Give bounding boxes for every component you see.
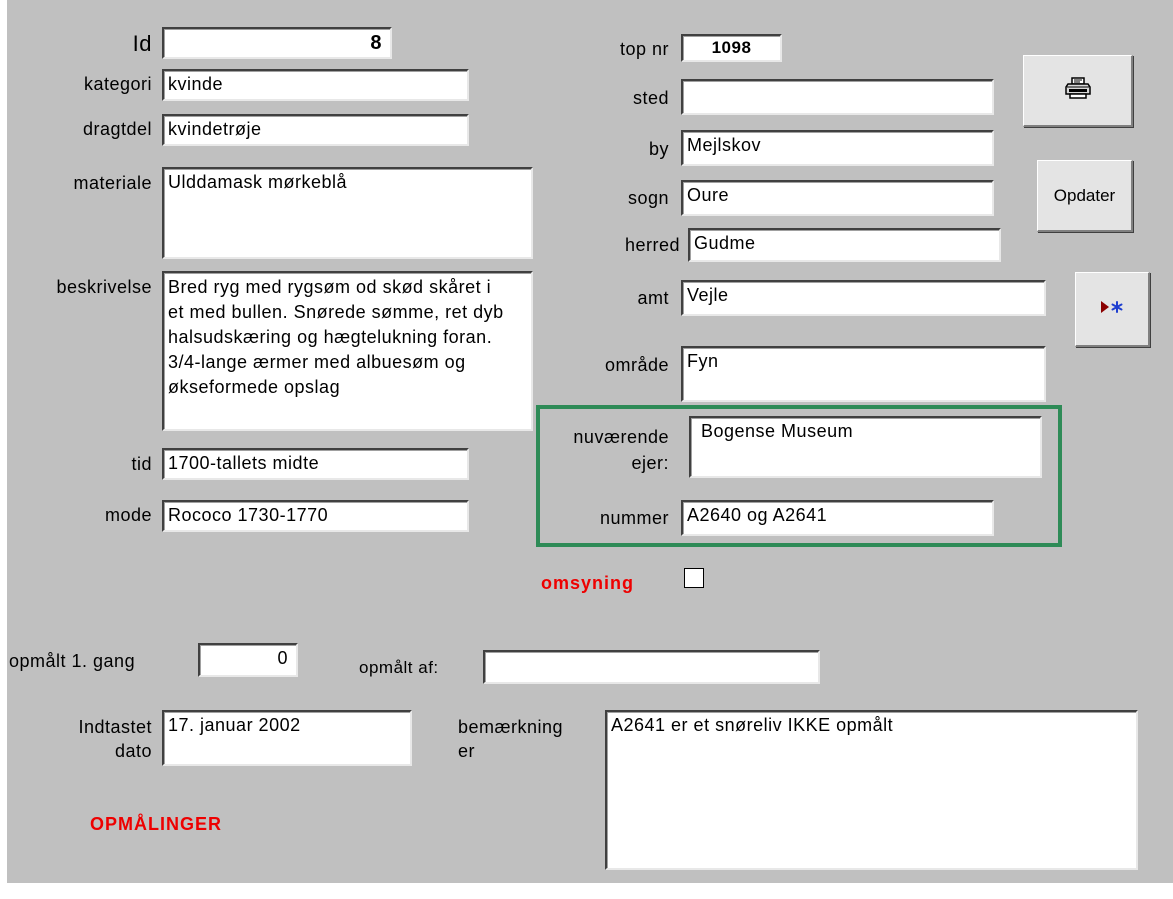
opmaalt-1-gang-field[interactable]: 0	[198, 643, 298, 677]
omsyning-checkbox[interactable]	[684, 568, 704, 588]
omraade-field[interactable]: Fyn	[681, 346, 1046, 402]
by-label: by	[648, 139, 669, 159]
id-label: Id	[132, 31, 152, 56]
nuvaerende-ejer-label: nuværende ejer:	[573, 424, 669, 476]
materiale-field[interactable]: Ulddamask mørkeblå	[162, 167, 533, 259]
new-record-icon	[1098, 299, 1126, 320]
top-nr-field[interactable]: 1098	[681, 34, 782, 62]
nummer-label: nummer	[599, 508, 669, 528]
id-field[interactable]: 8	[162, 27, 392, 59]
indtastet-dato-label-line2: dato	[114, 741, 152, 761]
materiale-label: materiale	[73, 173, 152, 193]
opmaalt-af-field[interactable]	[483, 650, 820, 684]
opdater-button[interactable]: Opdater	[1037, 160, 1133, 232]
nuvaerende-ejer-field[interactable]: Bogense Museum	[689, 416, 1042, 478]
opmaalt-af-label: opmålt af:	[359, 658, 439, 677]
new-record-button[interactable]	[1075, 272, 1150, 347]
amt-label: amt	[637, 288, 669, 308]
mode-label: mode	[104, 505, 152, 525]
sogn-label: sogn	[627, 188, 669, 208]
indtastet-dato-label-line1: Indtastet	[78, 717, 152, 737]
omsyning-label: omsyning	[541, 573, 635, 593]
indtastet-dato-field[interactable]: 17. januar 2002	[162, 710, 412, 766]
by-field[interactable]: Mejlskov	[681, 130, 994, 166]
bemaerkninger-label-line2: er	[458, 741, 476, 761]
beskrivelse-field[interactable]: Bred ryg med rygsøm od skød skåret i et …	[162, 271, 533, 431]
nuvaerende-ejer-label-line2: ejer:	[631, 453, 669, 473]
sogn-field[interactable]: Oure	[681, 180, 994, 216]
opmaalt-1-gang-label: opmålt 1. gang	[9, 651, 136, 671]
nuvaerende-ejer-label-line1: nuværende	[573, 427, 669, 447]
dragtdel-label: dragtdel	[82, 119, 152, 139]
amt-field[interactable]: Vejle	[681, 280, 1046, 316]
herred-field[interactable]: Gudme	[688, 228, 1001, 262]
kategori-field[interactable]: kvinde	[162, 69, 469, 101]
indtastet-dato-label: Indtastet dato	[78, 715, 152, 763]
mode-field[interactable]: Rococo 1730-1770	[162, 500, 469, 532]
print-button[interactable]	[1023, 55, 1133, 127]
sted-label: sted	[632, 88, 669, 108]
dragtdel-field[interactable]: kvindetrøje	[162, 114, 469, 146]
nummer-field[interactable]: A2640 og A2641	[681, 500, 994, 536]
bemaerkninger-label-line1: bemærkning	[458, 717, 564, 737]
printer-icon	[1064, 77, 1091, 104]
record-form: Id 8 kategori kvinde dragtdel kvindetrøj…	[7, 0, 1173, 883]
opmaalinger-link[interactable]: OPMÅLINGER	[90, 814, 222, 835]
sted-field[interactable]	[681, 79, 994, 115]
bemaerkninger-label: bemærkning er	[458, 715, 563, 763]
top-nr-label: top nr	[619, 39, 669, 59]
omraade-label: område	[604, 355, 669, 375]
tid-field[interactable]: 1700-tallets midte	[162, 448, 469, 480]
beskrivelse-label: beskrivelse	[56, 277, 152, 297]
kategori-label: kategori	[83, 74, 152, 94]
herred-label: herred	[624, 235, 680, 255]
tid-label: tid	[131, 454, 152, 474]
bemaerkninger-field[interactable]: A2641 er et snøreliv IKKE opmålt	[605, 710, 1138, 870]
